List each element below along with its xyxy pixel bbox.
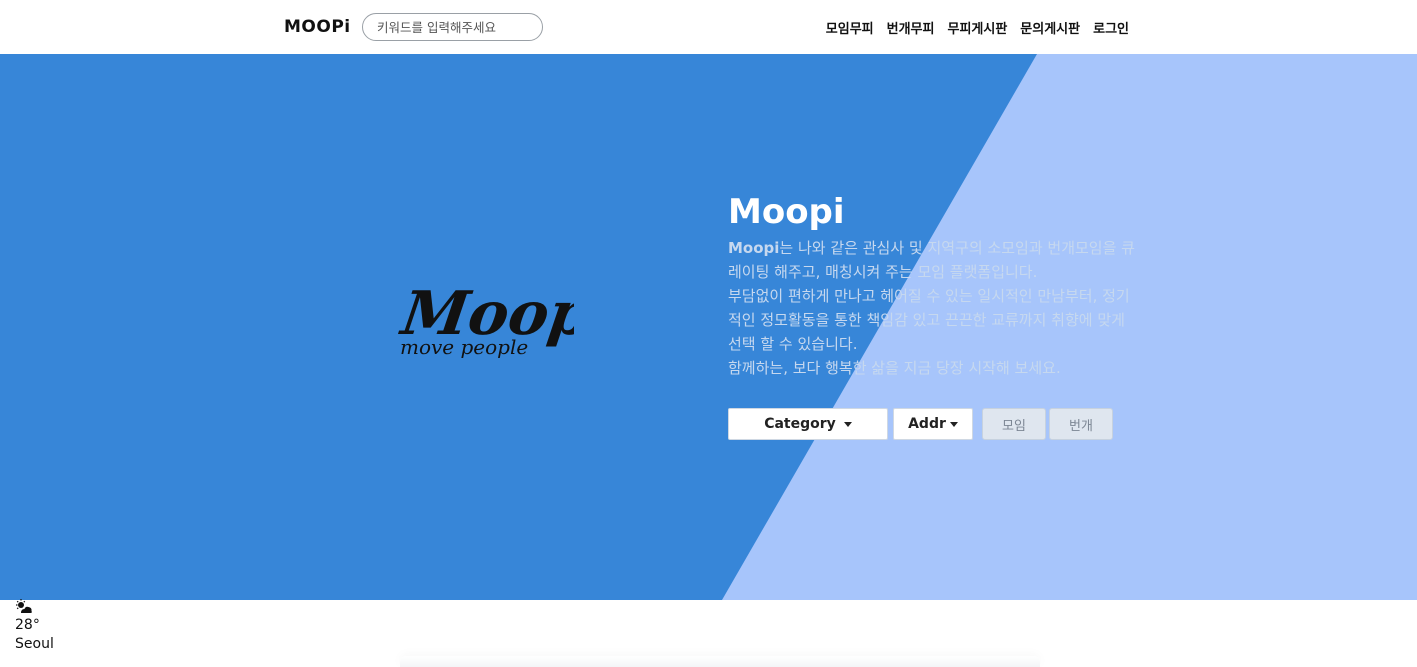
hero-desc-line2: 부담없이 편하게 만나고 헤어질 수 있는 일시적인 만남부터, 정기적인 정모… (728, 287, 1130, 353)
category-dropdown[interactable]: Category (728, 408, 888, 440)
hero-description: Moopi는 나와 같은 관심사 및 지역구의 소모임과 번개모임을 큐레이팅 … (728, 236, 1138, 380)
nav-link-bungae[interactable]: 번개무피 (887, 18, 935, 37)
main-nav: 모임무피 번개무피 무피게시판 문의게시판 로그인 (826, 18, 1129, 37)
bungae-button[interactable]: 번개 (1049, 408, 1113, 440)
moopi-brand-logo: Moopi move people (398, 278, 574, 359)
content-card-edge (400, 656, 1040, 667)
chevron-down-icon (949, 421, 958, 427)
hero-desc-line1: 는 나와 같은 관심사 및 지역구의 소모임과 번개모임을 큐레이팅 해주고, … (728, 239, 1135, 281)
nav-link-inquiry[interactable]: 문의게시판 (1020, 18, 1080, 37)
brand-logo-tagline: move people (400, 335, 528, 359)
site-logo[interactable]: MOOPi (284, 17, 351, 37)
hero-title: Moopi (728, 192, 845, 232)
hero-desc-brand: Moopi (728, 239, 780, 257)
hero-section: Moopi move people Moopi Moopi는 나와 같은 관심사… (0, 54, 1417, 600)
weather-widget: 28° Seoul (15, 598, 54, 654)
search-input[interactable] (362, 13, 543, 41)
partly-cloudy-icon (16, 599, 32, 613)
moim-button[interactable]: 모임 (982, 408, 1046, 440)
weather-temperature: 28° (15, 617, 40, 633)
nav-link-moim[interactable]: 모임무피 (826, 18, 874, 37)
addr-dropdown[interactable]: Addr (893, 408, 973, 440)
nav-link-board[interactable]: 무피게시판 (947, 18, 1007, 37)
addr-dropdown-label: Addr (908, 416, 946, 432)
weather-city: Seoul (15, 636, 54, 652)
chevron-down-icon (843, 421, 852, 427)
hero-text-block: Moopi Moopi는 나와 같은 관심사 및 지역구의 소모임과 번개모임을… (728, 190, 1138, 380)
nav-link-login[interactable]: 로그인 (1093, 18, 1129, 37)
top-navbar: MOOPi 모임무피 번개무피 무피게시판 문의게시판 로그인 (0, 0, 1417, 54)
search-controls: Category Addr 모임 번개 (728, 408, 1113, 440)
hero-background (722, 54, 1417, 600)
category-dropdown-label: Category (764, 416, 836, 432)
hero-desc-line3: 함께하는, 보다 행복한 삶을 지금 당장 시작해 보세요. (728, 359, 1061, 377)
